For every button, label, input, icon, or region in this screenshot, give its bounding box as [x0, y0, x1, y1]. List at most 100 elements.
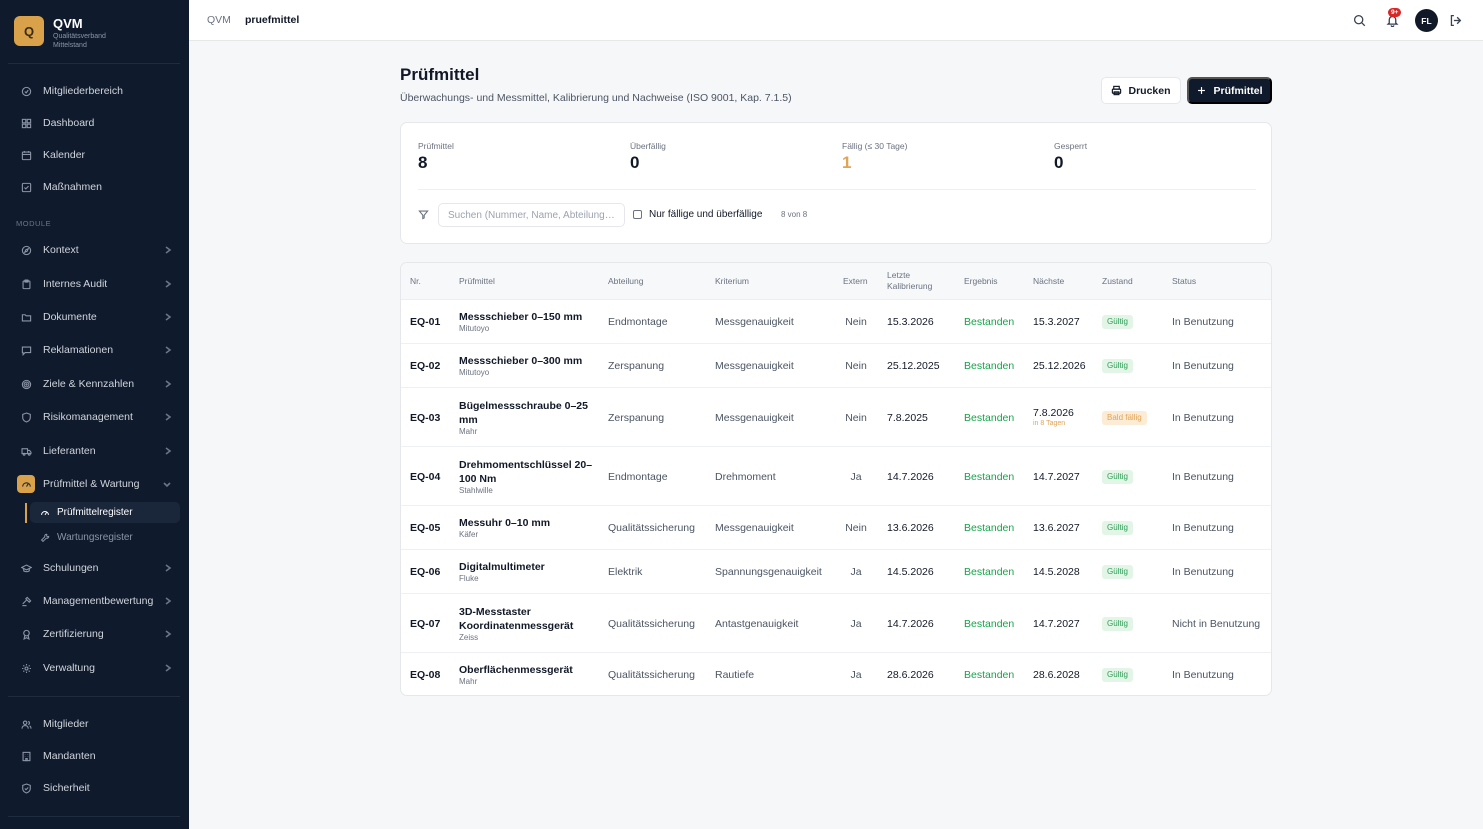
- chevron-right-icon[interactable]: [162, 446, 172, 456]
- cell-nr: EQ-01: [410, 316, 441, 328]
- chevron-down-icon[interactable]: [162, 479, 172, 489]
- wrench-icon: [40, 533, 50, 543]
- th-nr[interactable]: Nr.: [410, 276, 421, 287]
- table-row[interactable]: EQ-03 Bügelmessschraube 0–25 mm Mahr Zerspa…: [401, 388, 1271, 447]
- table-header: Nr. Prüfmittel Abteilung Kriterium Exter…: [401, 263, 1271, 300]
- next-date: 14.7.2027: [1033, 617, 1080, 630]
- add-button-label: Prüfmittel: [1213, 84, 1263, 97]
- stats-divider: [418, 189, 1256, 190]
- cell-abteilung: Zerspanung: [608, 360, 665, 372]
- equipment-name[interactable]: Messuhr 0–10 mm: [459, 516, 595, 530]
- avatar[interactable]: FL: [1415, 9, 1438, 32]
- cell-nr: EQ-06: [410, 566, 441, 578]
- due-only-checkbox[interactable]: [633, 210, 642, 219]
- th-extern[interactable]: Extern: [843, 276, 868, 287]
- sidebar-item-mitgliederbereich[interactable]: Mitgliederbereich: [8, 78, 180, 104]
- th-status[interactable]: Status: [1172, 276, 1196, 287]
- equipment-name[interactable]: Drehmomentschlüssel 20–100 Nm: [459, 458, 595, 486]
- cell-nr: EQ-07: [410, 617, 441, 630]
- th-letzte[interactable]: Letzte Kalibrierung: [887, 270, 932, 292]
- th-naechste[interactable]: Nächste: [1033, 276, 1064, 287]
- shield-check-icon: [19, 781, 33, 795]
- cell-name: Messschieber 0–150 mm Mitutoyo: [459, 310, 595, 334]
- table-row[interactable]: EQ-08 Oberflächenmessgerät Mahr Qualitätssi…: [401, 653, 1271, 695]
- chevron-right-icon[interactable]: [162, 663, 172, 673]
- cell-status: In Benutzung: [1172, 566, 1234, 578]
- th-name[interactable]: Prüfmittel: [459, 276, 495, 287]
- chevron-right-icon[interactable]: [162, 345, 172, 355]
- sidebar-item-verwaltung[interactable]: Verwaltung: [8, 655, 180, 681]
- sidebar-item-massnahmen[interactable]: Maßnahmen: [8, 174, 180, 200]
- equipment-name[interactable]: Messschieber 0–300 mm: [459, 354, 595, 368]
- sidebar-item-internes-audit[interactable]: Internes Audit: [8, 271, 180, 297]
- sidebar-item-dashboard[interactable]: Dashboard: [8, 110, 180, 136]
- table-row[interactable]: EQ-07 3D-Messtaster Koordinatenmessgerät Z…: [401, 594, 1271, 653]
- chevron-right-icon[interactable]: [162, 312, 172, 322]
- sidebar-item-managementbewertung[interactable]: Managementbewertung: [8, 588, 180, 614]
- submenu-active-bar: [25, 503, 27, 523]
- cell-naechste: 14.5.2028: [1033, 566, 1080, 578]
- breadcrumb-current: pruefmittel: [245, 14, 300, 26]
- sidebar-item-kontext[interactable]: Kontext: [8, 237, 180, 263]
- cell-nr: EQ-03: [410, 411, 441, 424]
- sidebar-item-schulungen[interactable]: Schulungen: [8, 555, 180, 581]
- table-row[interactable]: EQ-05 Messuhr 0–10 mm Käfer Qualitätssicher…: [401, 506, 1271, 550]
- sidebar-item-pruefmittel-wartung[interactable]: Prüfmittel & Wartung: [8, 471, 180, 497]
- sidebar-item-sicherheit[interactable]: Sicherheit: [8, 775, 180, 801]
- breadcrumb-root[interactable]: QVM: [207, 14, 231, 26]
- sidebar-item-kalender[interactable]: Kalender: [8, 142, 180, 168]
- chevron-right-icon[interactable]: [162, 379, 172, 389]
- equipment-name[interactable]: Messschieber 0–150 mm: [459, 310, 595, 324]
- stat-total: Prüfmittel 8: [418, 141, 454, 173]
- equipment-name[interactable]: 3D-Messtaster Koordinatenmessgerät: [459, 605, 595, 633]
- sidebar-item-label: Internes Audit: [43, 278, 108, 290]
- th-kriterium[interactable]: Kriterium: [715, 276, 749, 287]
- sidebar-item-mandanten[interactable]: Mandanten: [8, 743, 180, 769]
- th-zustand[interactable]: Zustand: [1102, 276, 1133, 287]
- search-input[interactable]: [438, 203, 625, 227]
- chevron-right-icon[interactable]: [162, 245, 172, 255]
- sidebar-item-zertifizierung[interactable]: Zertifizierung: [8, 621, 180, 647]
- chevron-right-icon[interactable]: [162, 563, 172, 573]
- sidebar-item-mitglieder[interactable]: Mitglieder: [8, 711, 180, 737]
- equipment-name[interactable]: Bügelmessschraube 0–25 mm: [459, 399, 595, 427]
- sidebar-item-lieferanten[interactable]: Lieferanten: [8, 438, 180, 464]
- search-icon[interactable]: [1351, 12, 1367, 28]
- cell-name: Bügelmessschraube 0–25 mm Mahr: [459, 399, 595, 437]
- due-only-label[interactable]: Nur fällige und überfällige: [649, 209, 762, 220]
- brand[interactable]: Q QVM Qualitätsverband Mittelstand: [14, 16, 123, 50]
- sidebar-item-risikomanagement[interactable]: Risikomanagement: [8, 404, 180, 430]
- next-date: 15.3.2027: [1033, 316, 1080, 328]
- stat-value: 0: [630, 153, 640, 172]
- table-row[interactable]: EQ-02 Messschieber 0–300 mm Mitutoyo Zerspa…: [401, 344, 1271, 388]
- sidebar-subitem-pruefmittelregister[interactable]: Prüfmittelregister: [30, 502, 180, 523]
- equipment-table: Nr. Prüfmittel Abteilung Kriterium Exter…: [400, 262, 1272, 696]
- award-icon: [19, 627, 33, 641]
- cell-zustand: Gültig: [1102, 521, 1133, 535]
- table-row[interactable]: EQ-06 Digitalmultimeter Fluke Elektrik Spann…: [401, 550, 1271, 594]
- sidebar-subitem-wartungsregister[interactable]: Wartungsregister: [30, 527, 180, 548]
- chevron-right-icon[interactable]: [162, 629, 172, 639]
- cell-abteilung: Endmontage: [608, 470, 668, 483]
- add-pruefmittel-button[interactable]: Prüfmittel: [1187, 77, 1272, 104]
- equipment-name[interactable]: Digitalmultimeter: [459, 560, 595, 574]
- chevron-right-icon[interactable]: [162, 596, 172, 606]
- th-abteilung[interactable]: Abteilung: [608, 276, 643, 287]
- equipment-name[interactable]: Oberflächenmessgerät: [459, 663, 595, 677]
- sidebar-item-reklamationen[interactable]: Reklamationen: [8, 337, 180, 363]
- compass-icon: [19, 243, 33, 257]
- sidebar-item-ziele-kennzahlen[interactable]: Ziele & Kennzahlen: [8, 371, 180, 397]
- sidebar: Q QVM Qualitätsverband Mittelstand Mitgl…: [0, 0, 189, 829]
- chevron-right-icon[interactable]: [162, 412, 172, 422]
- table-row[interactable]: EQ-04 Drehmomentschlüssel 20–100 Nm Stahlw…: [401, 447, 1271, 506]
- cell-kriterium: Messgenauigkeit: [715, 360, 794, 372]
- sidebar-item-dokumente[interactable]: Dokumente: [8, 304, 180, 330]
- cell-name: Messschieber 0–300 mm Mitutoyo: [459, 354, 595, 378]
- message-icon: [19, 343, 33, 357]
- logout-icon[interactable]: [1447, 12, 1463, 28]
- table-row[interactable]: EQ-01 Messschieber 0–150 mm Mitutoyo Endmon…: [401, 300, 1271, 344]
- cell-extern: Ja: [850, 566, 862, 578]
- chevron-right-icon[interactable]: [162, 279, 172, 289]
- th-ergebnis[interactable]: Ergebnis: [964, 276, 998, 287]
- print-button[interactable]: Drucken: [1101, 77, 1181, 104]
